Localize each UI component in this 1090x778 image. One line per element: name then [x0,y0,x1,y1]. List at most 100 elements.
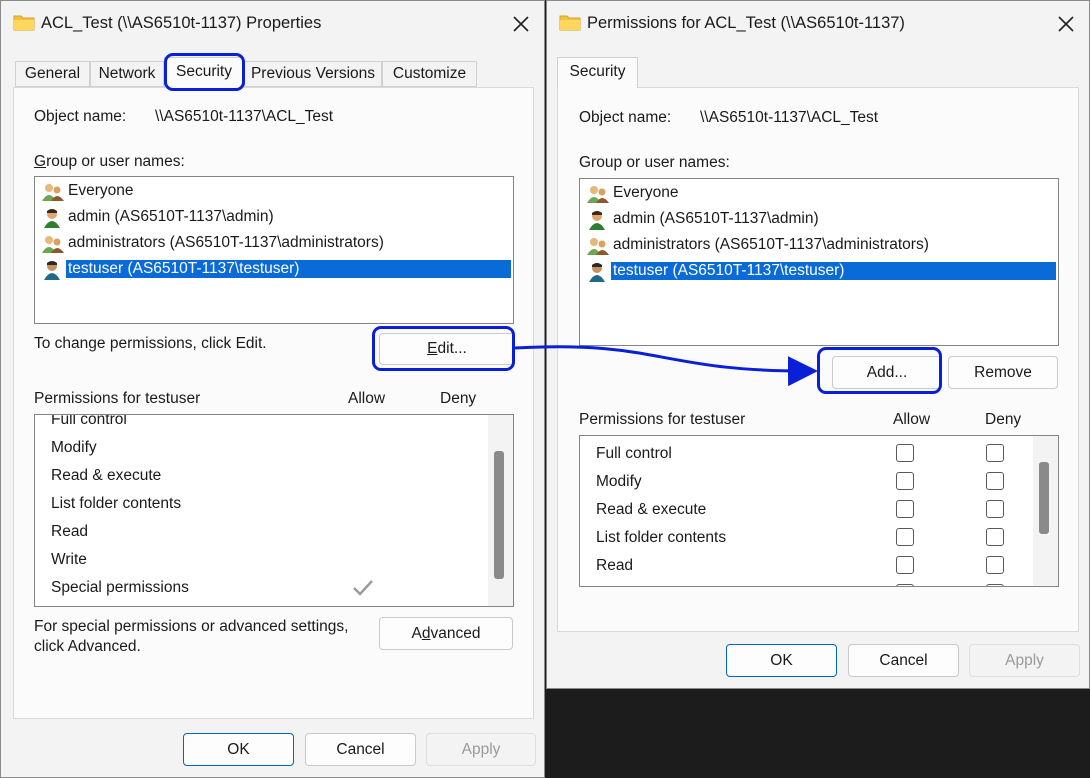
deny-checkbox[interactable] [986,528,1004,546]
group-icon [587,186,609,203]
deny-checkbox[interactable] [986,500,1004,518]
permissions-list[interactable]: Full control Modify Read & execute List … [34,414,514,607]
special-permissions-text-2: click Advanced. [34,638,141,655]
group-names-label: Group or user names: [34,153,185,170]
tab-security[interactable]: Security [557,57,638,88]
permission-full-control: Full control [51,414,127,428]
list-item[interactable]: administrators (AS6510T-1137\administrat… [41,231,511,257]
permission-read-execute: Read & execute [51,467,162,484]
close-icon[interactable] [1055,13,1077,35]
user-name: admin (AS6510T-1137\admin) [613,210,819,227]
group-icon [42,184,64,201]
permission-full-control: Full control [596,445,672,462]
user-name: administrators (AS6510T-1137\administrat… [68,234,384,251]
permission-read: Read [51,523,89,540]
properties-titlebar[interactable]: ACL_Test (\\AS6510t-1137) Properties [1,1,544,47]
user-list[interactable]: Everyone admin (AS6510T-1137\admin) admi… [34,176,514,324]
user-icon [589,211,605,230]
ok-button-label: OK [770,652,793,669]
scrollbar[interactable] [488,415,513,606]
allow-checkbox[interactable] [896,444,914,462]
scrollbar-thumb[interactable] [1039,462,1049,534]
folder-icon [559,15,581,31]
permission-special: Special permissions [51,579,189,596]
deny-header: Deny [985,411,1022,428]
group-names-label-text: roup or user names: [46,153,185,170]
cancel-button-label: Cancel [336,741,385,758]
advanced-button[interactable]: Advanced [379,617,513,650]
apply-button-label: Apply [1005,652,1044,669]
security-panel: Object name: \\AS6510t-1137\ACL_Test Gro… [13,87,534,719]
user-name: admin (AS6510T-1137\admin) [68,208,274,225]
change-permissions-text: To change permissions, click Edit. [34,335,267,352]
group-icon [42,236,64,253]
apply-button[interactable]: Apply [426,733,536,766]
deny-checkbox[interactable] [986,444,1004,462]
list-item-selected[interactable]: testuser (AS6510T-1137\testuser) [586,259,1056,285]
list-item[interactable]: Everyone [586,181,1056,207]
allow-checkbox[interactable] [896,556,914,574]
remove-button[interactable]: Remove [948,356,1058,389]
tab-network[interactable]: Network [90,61,164,87]
group-icon [587,238,609,255]
apply-button[interactable]: Apply [969,644,1080,677]
deny-checkbox[interactable] [986,584,1004,586]
edit-button-highlight [372,326,515,371]
tab-customize[interactable]: Customize [382,61,477,87]
object-name-value: \\AS6510t-1137\ACL_Test [155,108,334,125]
ok-button[interactable]: OK [183,733,294,766]
user-name: testuser (AS6510T-1137\testuser) [66,260,511,278]
permission-list-folder: List folder contents [51,495,182,512]
user-name: Everyone [68,182,134,199]
ok-button[interactable]: OK [726,644,837,677]
permission-modify: Modify [51,439,97,456]
user-icon [44,261,60,280]
object-name-value: \\AS6510t-1137\ACL_Test [700,109,879,126]
permission-list-folder: List folder contents [596,529,727,546]
properties-window: ACL_Test (\\AS6510t-1137) Properties Gen… [0,0,545,778]
permission-read-execute: Read & execute [596,501,707,518]
properties-title: ACL_Test (\\AS6510t-1137) Properties [41,14,322,32]
permissions-window: Permissions for ACL_Test (\\AS6510t-1137… [546,0,1090,689]
permission-write: Write [51,551,87,568]
user-name: Everyone [613,184,679,201]
scrollbar[interactable] [1033,436,1058,586]
permissions-header: Permissions for testuser [579,411,746,428]
deny-header: Deny [440,390,477,407]
tab-previous-versions[interactable]: Previous Versions [244,61,382,87]
user-list[interactable]: Everyone admin (AS6510T-1137\admin) admi… [579,178,1059,346]
cancel-button[interactable]: Cancel [848,644,959,677]
allow-checkbox[interactable] [896,584,914,586]
user-icon [44,209,60,228]
list-item[interactable]: admin (AS6510T-1137\admin) [586,207,1056,233]
allow-checkbox[interactable] [896,528,914,546]
allow-header: Allow [348,390,386,407]
checkmark-icon [353,580,373,596]
add-button-highlight [817,347,942,394]
advanced-button-label: Advanced [411,625,481,642]
permission-read: Read [596,557,634,574]
allow-checkbox[interactable] [896,472,914,490]
permissions-titlebar[interactable]: Permissions for ACL_Test (\\AS6510t-1137… [547,1,1089,47]
permissions-title: Permissions for ACL_Test (\\AS6510t-1137… [587,14,905,32]
list-item[interactable]: administrators (AS6510T-1137\administrat… [586,233,1056,259]
special-permissions-text-1: For special permissions or advanced sett… [34,618,349,635]
security-tab-highlight [164,53,245,91]
close-icon[interactable] [510,13,532,35]
allow-checkbox[interactable] [896,500,914,518]
list-item[interactable]: admin (AS6510T-1137\admin) [41,205,511,231]
user-icon [589,263,605,282]
deny-checkbox[interactable] [986,556,1004,574]
permission-modify: Modify [596,473,642,490]
list-item[interactable]: Everyone [41,179,511,205]
permissions-list[interactable]: Full control Modify Read & execute List … [579,435,1059,587]
scrollbar-thumb[interactable] [494,451,504,579]
tab-general[interactable]: General [15,61,90,87]
cancel-button[interactable]: Cancel [305,733,416,766]
user-name: administrators (AS6510T-1137\administrat… [613,236,929,253]
user-name: testuser (AS6510T-1137\testuser) [611,262,1056,280]
deny-checkbox[interactable] [986,472,1004,490]
remove-button-label: Remove [974,364,1032,381]
list-item-selected[interactable]: testuser (AS6510T-1137\testuser) [41,257,511,283]
permissions-header: Permissions for testuser [34,390,201,407]
